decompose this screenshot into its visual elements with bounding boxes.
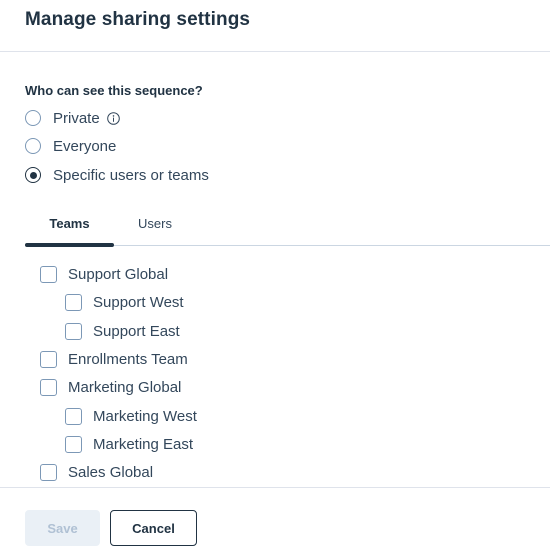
sharing-settings-modal: Manage sharing settings Who can see this… — [0, 0, 550, 555]
team-item-marketing-west[interactable]: Marketing West — [65, 406, 197, 426]
info-circle-icon[interactable] — [106, 111, 120, 125]
team-checkbox[interactable] — [40, 350, 57, 368]
team-item-marketing-global[interactable]: Marketing Global — [40, 377, 181, 397]
everyone-radio[interactable] — [25, 138, 41, 154]
teams-list: Support Global Support West Support East… — [0, 258, 550, 486]
team-checkbox[interactable] — [40, 463, 57, 481]
team-item-enrollments-team[interactable]: Enrollments Team — [40, 349, 188, 369]
team-label: Enrollments Team — [68, 350, 188, 368]
modal-title: Manage sharing settings — [25, 9, 251, 30]
save-button[interactable]: Save — [25, 510, 100, 546]
specific-users-radio-label: Specific users or teams — [53, 166, 209, 184]
modal-footer: Save Cancel — [0, 487, 550, 556]
private-radio-label: Private — [53, 109, 100, 127]
team-label: Marketing West — [93, 407, 197, 425]
team-label: Marketing East — [93, 435, 194, 453]
team-label: Support Global — [68, 265, 169, 283]
team-item-sales-global[interactable]: Sales Global — [40, 462, 153, 482]
radio-option-private[interactable]: Private — [25, 107, 120, 129]
team-label: Support West — [93, 293, 184, 311]
team-checkbox[interactable] — [40, 265, 57, 283]
everyone-radio-label: Everyone — [53, 137, 117, 155]
team-checkbox[interactable] — [65, 293, 82, 311]
active-tab-indicator — [25, 243, 114, 247]
sharing-tabs: Teams Users — [25, 208, 550, 247]
tab-users[interactable]: Users — [127, 216, 183, 231]
team-label: Marketing Global — [68, 378, 182, 396]
team-item-support-east[interactable]: Support East — [65, 321, 180, 341]
team-label: Support East — [93, 322, 180, 340]
team-checkbox[interactable] — [65, 407, 82, 425]
visibility-question: Who can see this sequence? — [25, 83, 203, 98]
private-radio[interactable] — [25, 110, 41, 126]
team-item-support-west[interactable]: Support West — [65, 292, 184, 312]
team-item-marketing-east[interactable]: Marketing East — [65, 434, 193, 454]
team-label: Sales Global — [68, 463, 154, 481]
cancel-button[interactable]: Cancel — [110, 510, 197, 546]
tab-teams[interactable]: Teams — [25, 216, 114, 231]
team-item-support-global[interactable]: Support Global — [40, 264, 168, 284]
specific-users-radio[interactable] — [25, 167, 41, 183]
team-checkbox[interactable] — [65, 322, 82, 340]
modal-header: Manage sharing settings — [0, 0, 550, 52]
radio-option-specific[interactable]: Specific users or teams — [25, 164, 209, 186]
team-checkbox[interactable] — [65, 435, 82, 453]
radio-option-everyone[interactable]: Everyone — [25, 135, 116, 157]
team-checkbox[interactable] — [40, 378, 57, 396]
